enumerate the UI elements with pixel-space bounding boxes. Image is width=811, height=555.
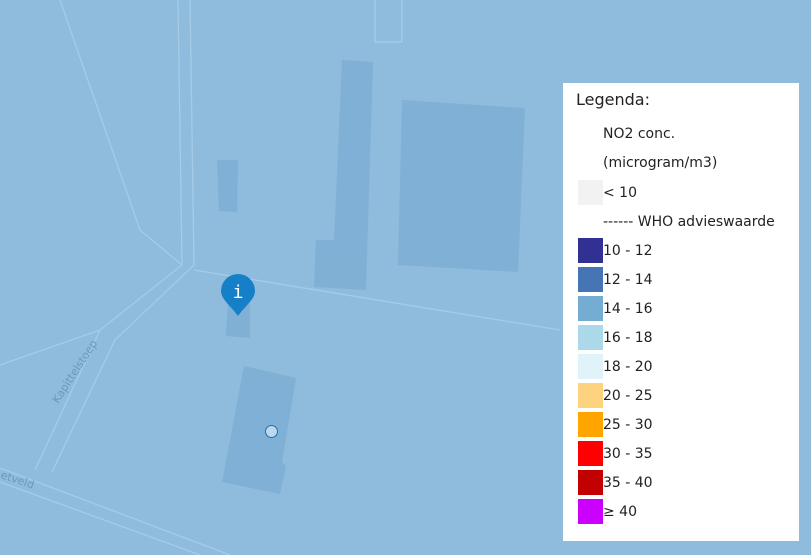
legend-swatch xyxy=(578,238,603,263)
legend-swatch xyxy=(578,383,603,408)
legend-item: 25 - 30 xyxy=(576,410,799,439)
info-glyph: i xyxy=(233,282,244,303)
legend-item-label: 10 - 12 xyxy=(603,242,653,259)
legend-item: 10 - 12 xyxy=(576,236,799,265)
legend-item-label: 18 - 20 xyxy=(603,358,653,375)
legend-item: ≥ 40 xyxy=(576,497,799,526)
legend-item-label: 14 - 16 xyxy=(603,300,653,317)
legend-item: 30 - 35 xyxy=(576,439,799,468)
legend-subtitle-line2: (microgram/m3) xyxy=(603,155,718,171)
info-pin-icon[interactable]: i xyxy=(220,273,256,317)
legend-item-label: 35 - 40 xyxy=(603,474,653,491)
street-label-kapittelstoep: Kapittelstoep xyxy=(50,338,101,406)
legend-item: 14 - 16 xyxy=(576,294,799,323)
legend-swatch xyxy=(578,209,603,234)
legend-swatch xyxy=(578,412,603,437)
legend-subtitle-line1: NO2 conc. xyxy=(603,126,676,142)
legend-swatch xyxy=(578,441,603,466)
legend-item-label: < 10 xyxy=(603,184,637,201)
legend-item: 20 - 25 xyxy=(576,381,799,410)
legend-item-label: ≥ 40 xyxy=(603,503,637,520)
legend-item: 35 - 40 xyxy=(576,468,799,497)
legend-item-label: 12 - 14 xyxy=(603,271,653,288)
location-circle-marker[interactable] xyxy=(265,425,278,438)
legend-item-label: 16 - 18 xyxy=(603,329,653,346)
legend-item: 12 - 14 xyxy=(576,265,799,294)
buildings xyxy=(217,60,525,494)
legend-swatch xyxy=(578,296,603,321)
legend-item-label: ------ WHO advieswaarde xyxy=(603,213,775,230)
legend-swatch xyxy=(578,325,603,350)
legend-swatch xyxy=(578,267,603,292)
legend-item: ------ WHO advieswaarde xyxy=(576,207,799,236)
legend-title: Legenda: xyxy=(576,90,650,109)
legend-item: < 10 xyxy=(576,178,799,207)
legend-item: 18 - 20 xyxy=(576,352,799,381)
legend-swatch xyxy=(578,499,603,524)
legend-panel: Legenda: NO2 conc. (microgram/m3) < 10 --… xyxy=(563,83,799,541)
legend-item: 16 - 18 xyxy=(576,323,799,352)
legend-swatch xyxy=(578,180,603,205)
legend-swatch xyxy=(578,354,603,379)
legend-item-label: 30 - 35 xyxy=(603,445,653,462)
legend-swatch xyxy=(578,470,603,495)
legend-item-label: 25 - 30 xyxy=(603,416,653,433)
legend-item-label: 20 - 25 xyxy=(603,387,653,404)
legend-items: < 10 ------ WHO advieswaarde 10 - 12 12 - 1… xyxy=(576,178,799,526)
